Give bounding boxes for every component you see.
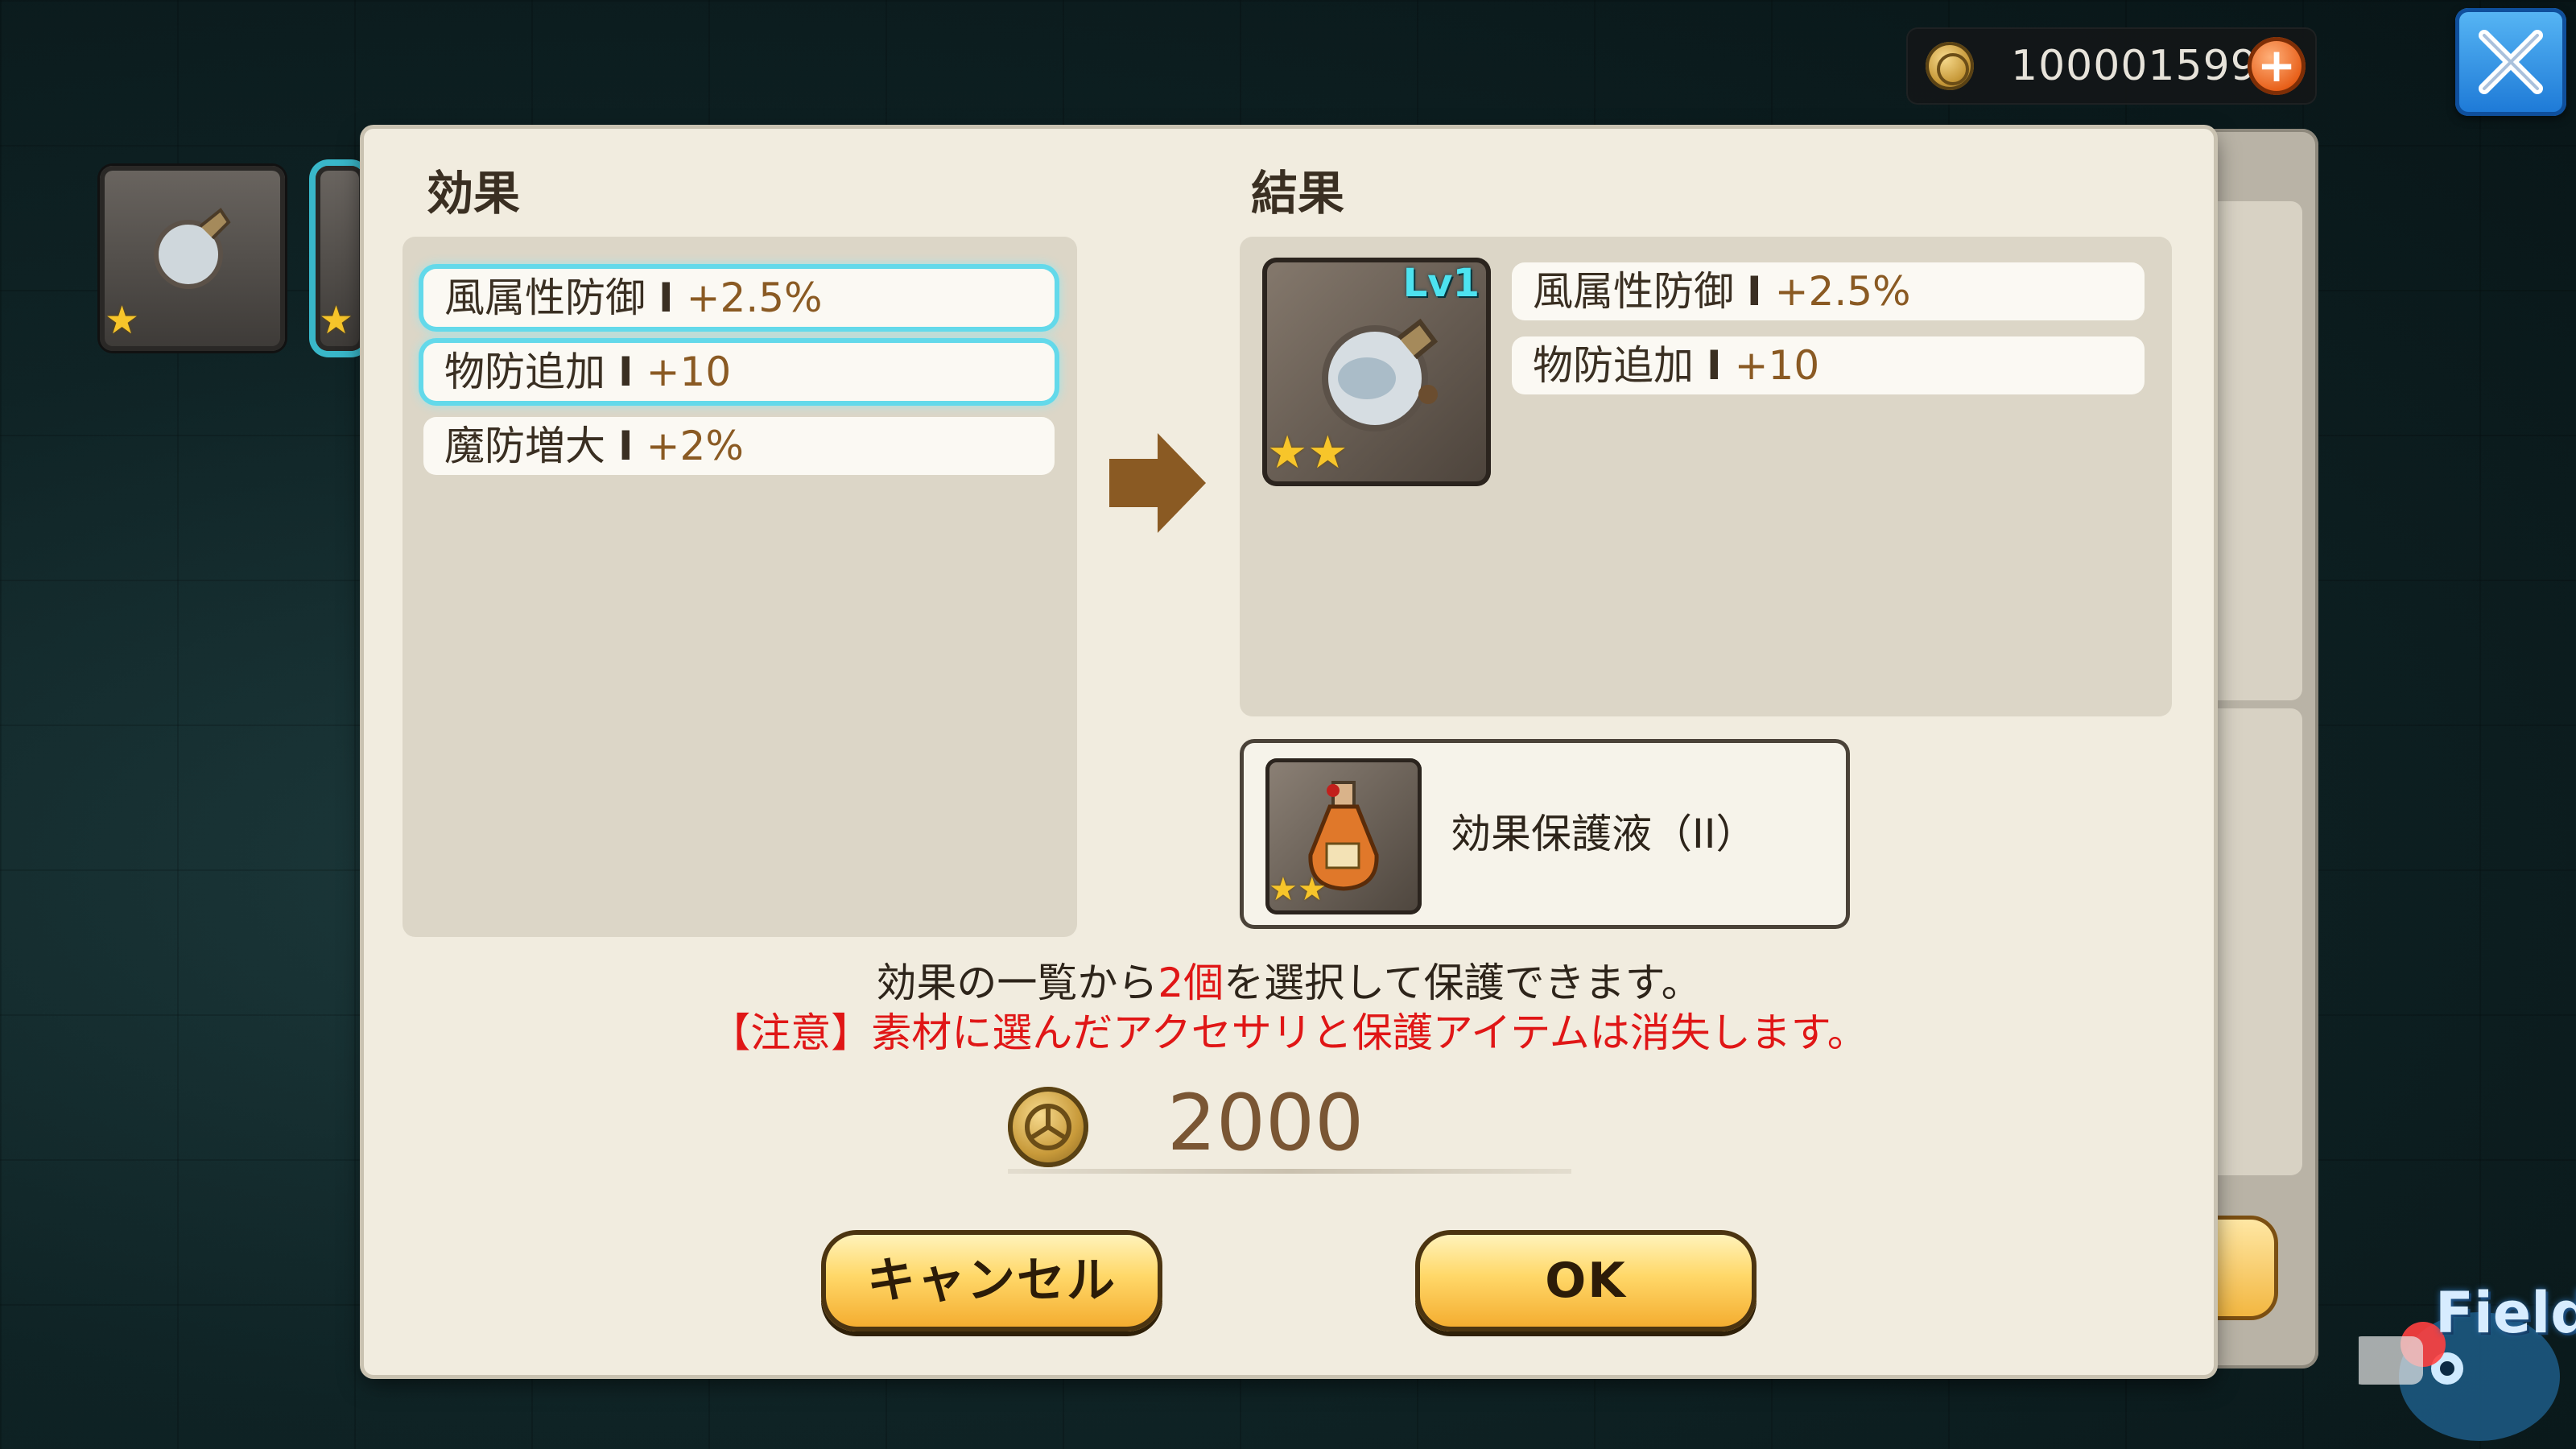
effect-protect-dialog: 効果 結果 風属性防御 I +2.5% 物防追加 I +10 魔防増大 I +2% Lv1 … bbox=[364, 129, 2214, 1375]
instruction-text: 効果の一覧から bbox=[876, 960, 1158, 1006]
star-icon: ★ bbox=[105, 298, 140, 343]
arrow-right-icon bbox=[1109, 433, 1206, 533]
effect-row-wind-defense[interactable]: 風属性防御 I +2.5% bbox=[423, 269, 1055, 327]
star-icon: ★ bbox=[319, 298, 354, 343]
effect-name: 物防追加 bbox=[1533, 342, 1694, 389]
effect-name: 魔防増大 bbox=[444, 423, 605, 469]
result-effect-row: 風属性防御 I +2.5% bbox=[1512, 262, 2145, 320]
effects-title: 効果 bbox=[427, 166, 521, 221]
effect-name: 風属性防御 bbox=[444, 275, 646, 321]
protect-item-name: 効果保護液（II） bbox=[1451, 811, 1757, 857]
effect-row-magic-def-up[interactable]: 魔防増大 I +2% bbox=[423, 417, 1055, 475]
instruction-text: を選択して保護できます。 bbox=[1224, 960, 1702, 1006]
effect-value: +2% bbox=[646, 423, 744, 469]
effect-row-phys-def-add[interactable]: 物防追加 I +10 bbox=[423, 343, 1055, 401]
selection-count: 2個 bbox=[1158, 960, 1224, 1006]
accessory-thumbnail-selected[interactable]: ★ bbox=[316, 166, 364, 351]
cost-underline bbox=[1008, 1169, 1571, 1174]
star-icon: ★★ bbox=[1269, 871, 1327, 908]
cancel-button[interactable]: キャンセル bbox=[821, 1230, 1162, 1331]
cost-amount: 2000 bbox=[1166, 1078, 1364, 1168]
accessory-thumbnail[interactable]: ★ bbox=[100, 166, 285, 351]
currency-amount: 100001599 bbox=[2011, 42, 2258, 90]
level-label: Lv1 bbox=[1402, 261, 1480, 306]
protect-instruction: 効果の一覧から2個を選択して保護できます。 bbox=[364, 958, 2214, 1008]
star-icon: ★★ bbox=[1267, 427, 1348, 479]
effects-list: 風属性防御 I +2.5% 物防追加 I +10 魔防増大 I +2% bbox=[402, 237, 1077, 937]
effect-separator: I bbox=[618, 349, 634, 395]
effect-separator: I bbox=[658, 275, 674, 321]
result-panel: Lv1 ★★ 風属性防御 I +2.5% 物防追加 I +10 bbox=[1240, 237, 2172, 716]
warning-text: 【注意】素材に選んだアクセサリと保護アイテムは消失します。 bbox=[710, 1009, 1868, 1056]
effect-value: +10 bbox=[646, 349, 732, 395]
protect-item-icon-frame: ★★ bbox=[1265, 758, 1422, 914]
result-accessory: Lv1 ★★ bbox=[1262, 258, 1491, 486]
effect-separator: I bbox=[618, 423, 634, 469]
coin-icon bbox=[1008, 1087, 1088, 1167]
effect-value: +2.5% bbox=[1774, 268, 1911, 315]
effect-separator: I bbox=[1747, 268, 1762, 315]
protect-item-slot[interactable]: ★★ 効果保護液（II） bbox=[1240, 739, 1850, 929]
result-title: 結果 bbox=[1251, 166, 1345, 221]
field-label[interactable]: Field bbox=[2435, 1280, 2576, 1346]
currency-bar: 100001599 + bbox=[1906, 27, 2317, 105]
result-effect-row: 物防追加 I +10 bbox=[1512, 336, 2145, 394]
effect-name: 物防追加 bbox=[444, 349, 605, 395]
close-icon bbox=[2479, 30, 2543, 94]
coin-icon bbox=[1926, 42, 1974, 90]
effect-separator: I bbox=[1707, 342, 1722, 389]
ok-button[interactable]: OK bbox=[1415, 1230, 1757, 1331]
effect-name: 風属性防御 bbox=[1533, 268, 1734, 315]
close-button[interactable] bbox=[2455, 8, 2566, 116]
add-currency-button[interactable]: + bbox=[2248, 37, 2306, 95]
effect-value: +2.5% bbox=[686, 275, 823, 321]
effect-value: +10 bbox=[1734, 342, 1820, 389]
